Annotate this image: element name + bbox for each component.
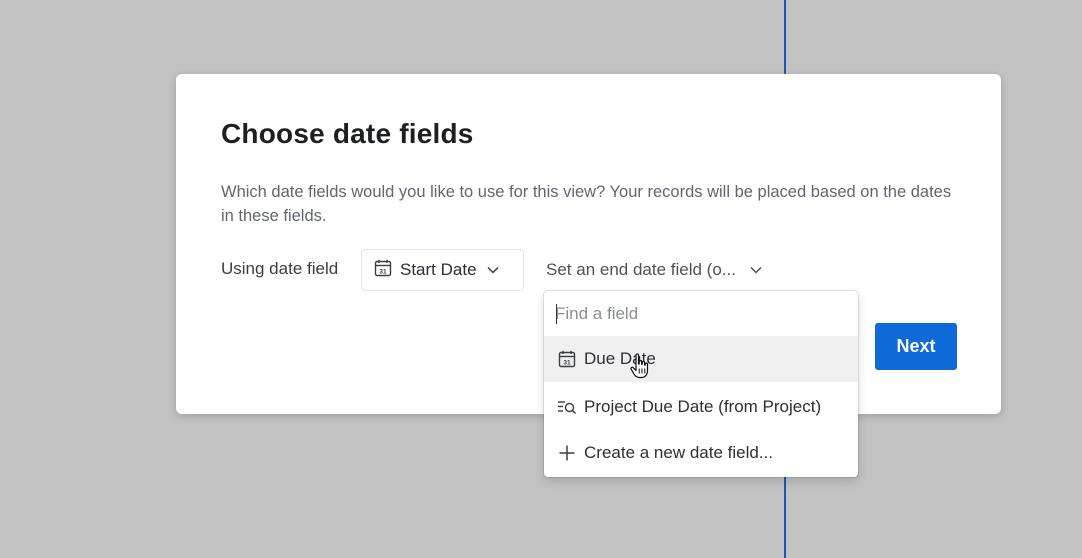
chevron-down-icon: [750, 261, 762, 279]
start-date-field-value: Start Date: [400, 260, 477, 279]
end-date-field-dropdown: 31 Due Date Project Due Date (from Proje…: [544, 291, 858, 477]
option-label: Create a new date field...: [584, 443, 774, 462]
hand-pointer-cursor-icon: [629, 352, 651, 385]
calendar-icon: 31: [374, 259, 392, 282]
plus-icon: [557, 443, 577, 463]
chevron-down-icon: [487, 261, 499, 279]
dialog-title: Choose date fields: [221, 118, 474, 149]
option-create-new-date-field[interactable]: Create a new date field...: [544, 430, 858, 476]
option-project-due-date[interactable]: Project Due Date (from Project): [544, 384, 858, 430]
using-date-field-label: Using date field: [221, 259, 339, 278]
option-label: Project Due Date (from Project): [584, 397, 822, 416]
svg-text:31: 31: [563, 359, 571, 366]
text-caret: [556, 304, 557, 324]
svg-text:31: 31: [379, 268, 387, 275]
start-date-field-select[interactable]: 31 Start Date: [361, 249, 524, 291]
dialog-description: Which date fields would you like to use …: [221, 183, 952, 225]
end-date-field-select[interactable]: Set an end date field (o...: [546, 249, 762, 291]
option-due-date[interactable]: 31 Due Date: [544, 336, 858, 382]
lookup-icon: [557, 397, 577, 417]
find-field-input[interactable]: [555, 301, 845, 327]
background-divider-line-bottom: [784, 476, 786, 558]
next-button[interactable]: Next: [875, 323, 957, 370]
end-date-field-placeholder: Set an end date field (o...: [546, 260, 736, 279]
calendar-icon: 31: [557, 349, 577, 369]
background-divider-line-top: [784, 0, 786, 75]
